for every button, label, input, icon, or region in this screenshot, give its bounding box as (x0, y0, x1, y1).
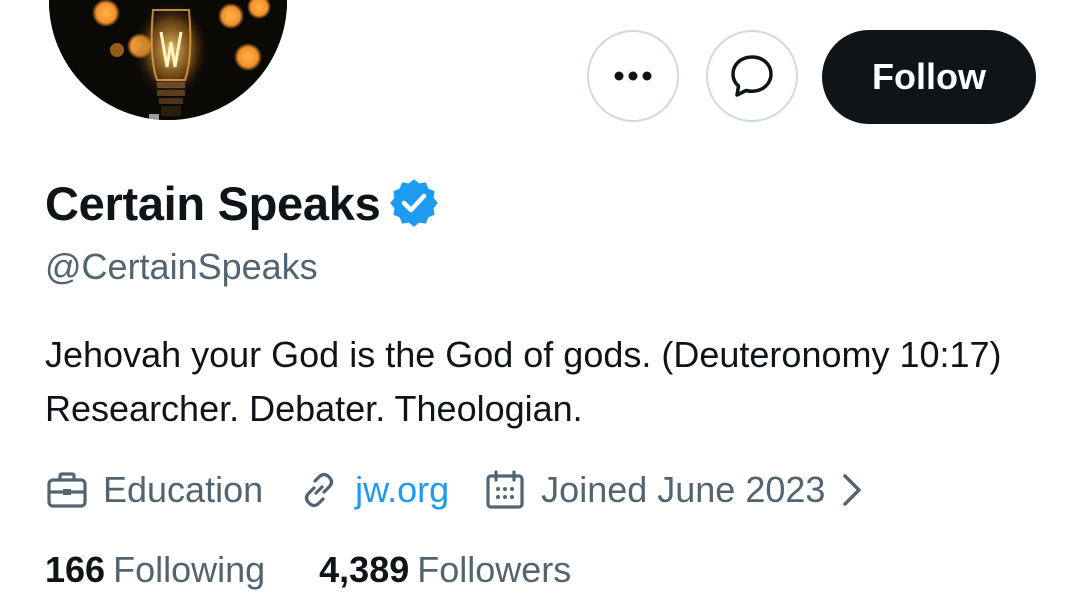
joined-label: Joined June 2023 (541, 469, 826, 510)
verified-badge-icon[interactable] (390, 179, 439, 227)
more-options-button[interactable] (587, 30, 679, 122)
followers-stat[interactable]: 4,389 Followers (319, 549, 571, 591)
followers-count: 4,389 (319, 549, 410, 590)
lightbulb-image (49, 0, 287, 120)
more-dots-icon (614, 71, 652, 81)
following-stat[interactable]: 166 Following (45, 549, 265, 591)
profile-name-row: Certain Speaks (45, 171, 439, 235)
website-item[interactable]: jw.org (297, 468, 449, 512)
briefcase-icon (47, 472, 87, 508)
following-count: 166 (45, 549, 106, 590)
profile-avatar[interactable] (49, 0, 287, 120)
following-label: Following (113, 549, 266, 590)
profile-bio: Jehovah your God is the God of gods. (De… (45, 334, 1002, 429)
website-link[interactable]: jw.org (355, 469, 449, 511)
profile-stats: 166 Following 4,389 Followers (45, 545, 625, 595)
follow-button[interactable]: Follow (822, 30, 1036, 124)
joined-item[interactable]: Joined June 2023 (483, 468, 867, 512)
message-bubble-icon (731, 55, 773, 97)
follow-button-label: Follow (872, 56, 986, 97)
category-label: Education (103, 469, 264, 510)
message-button[interactable] (706, 30, 798, 122)
profile-meta: Education jw.org Joined June 2023 (45, 462, 901, 518)
chevron-right-icon[interactable] (837, 470, 867, 510)
display-name: Certain Speaks (45, 176, 381, 230)
category-item: Education (45, 468, 263, 512)
calendar-icon (486, 470, 524, 509)
followers-label: Followers (417, 549, 572, 590)
profile-handle: @CertainSpeaks (45, 246, 318, 287)
link-icon (305, 472, 334, 508)
